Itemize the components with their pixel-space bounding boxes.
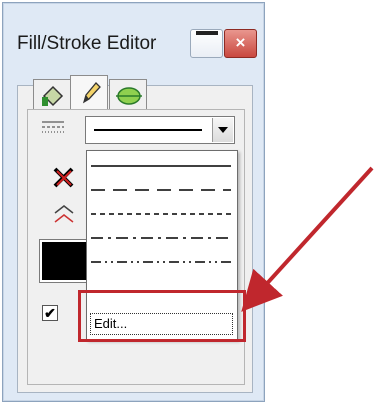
callout-arrow-icon (241, 166, 374, 312)
